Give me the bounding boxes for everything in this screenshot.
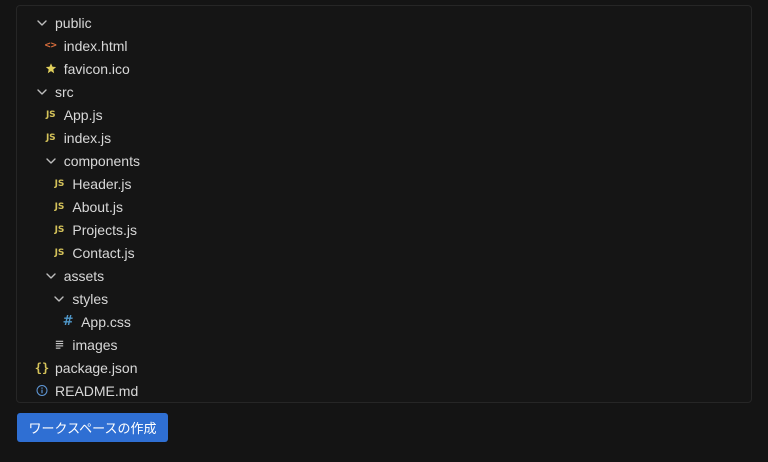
tree-item-label: assets [63,267,105,284]
tree-file-row[interactable]: favicon.ico [17,57,751,80]
tree-item-label: About.js [72,198,123,215]
json-braces-icon: {} [34,360,50,375]
tree-folder-row[interactable]: assets [17,264,751,287]
js-file-icon: JS [54,224,65,235]
tree-item-label: index.html [63,37,128,54]
tree-item-label: README.md [55,382,139,399]
tree-item-label: App.css [81,313,131,330]
tree-file-row[interactable]: JS Header.js [17,172,751,195]
tree-file-row[interactable]: README.md [17,379,751,402]
js-file-icon: JS [54,201,65,212]
tree-folder-row[interactable]: components [17,149,751,172]
tree-file-row[interactable]: {} package.json [17,356,751,379]
tree-item-label: App.js [63,106,103,123]
tree-item-label: src [55,83,74,100]
lines-icon [53,338,65,352]
tree-item-label: Projects.js [72,221,137,238]
tree-folder-row[interactable]: public [17,11,751,34]
js-file-icon: JS [45,132,56,143]
tree-item-label: package.json [55,359,138,376]
tree-file-row[interactable]: JS Contact.js [17,241,751,264]
chevron-down-icon[interactable] [45,154,57,168]
tree-item-label: favicon.ico [63,60,130,77]
chevron-down-icon[interactable] [36,16,48,30]
js-file-icon: JS [45,109,56,120]
star-icon [45,62,57,76]
chevron-down-icon[interactable] [45,269,57,283]
tree-item-label: index.js [63,129,112,146]
tree-item-label: images [72,336,118,353]
file-tree: public <> index.html favicon.ico src JS App.js… [17,11,751,402]
workspace-view: public <> index.html favicon.ico src JS App.js… [0,0,768,462]
file-tree-panel: public <> index.html favicon.ico src JS App.js… [16,5,752,403]
chevron-down-icon[interactable] [53,292,65,306]
tree-file-row[interactable]: JS About.js [17,195,751,218]
tree-item-label: styles [72,290,109,307]
tree-folder-row[interactable]: src [17,80,751,103]
create-workspace-button[interactable]: ワークスペースの作成 [17,413,168,442]
tree-item-label: Contact.js [72,244,135,261]
tree-file-row[interactable]: JS Projects.js [17,218,751,241]
tree-file-row[interactable]: JS App.js [17,103,751,126]
tree-file-row[interactable]: images [17,333,751,356]
tree-item-label: public [55,14,92,31]
chevron-down-icon[interactable] [36,85,48,99]
tree-folder-row[interactable]: styles [17,287,751,310]
tree-file-row[interactable]: # App.css [17,310,751,333]
tree-item-label: Header.js [72,175,132,192]
hash-icon: # [62,314,74,329]
js-file-icon: JS [54,178,65,189]
tree-item-label: components [63,152,140,169]
info-icon [36,384,48,398]
js-file-icon: JS [54,247,65,258]
html-file-icon: <> [44,40,57,51]
tree-file-row[interactable]: <> index.html [17,34,751,57]
tree-file-row[interactable]: JS index.js [17,126,751,149]
